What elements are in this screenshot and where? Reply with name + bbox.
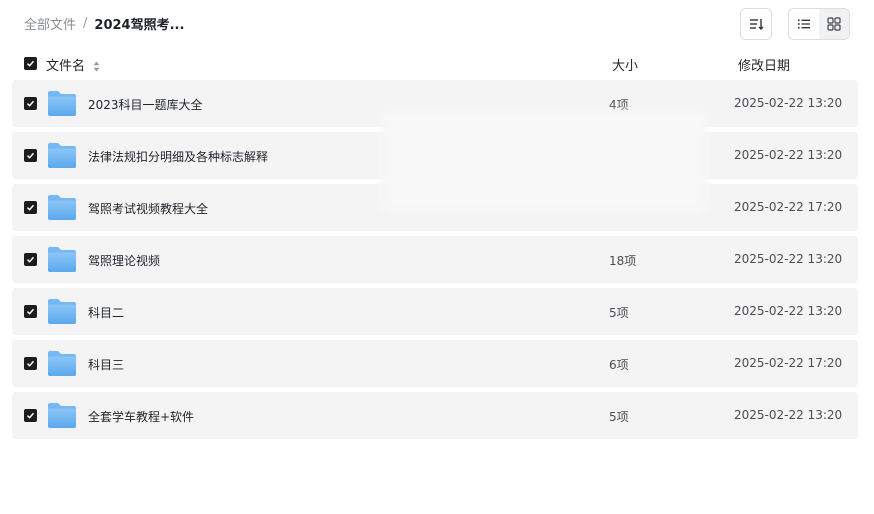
list-view-icon [798,19,810,29]
check-icon [26,60,35,67]
folder-icon [48,247,76,272]
file-size: 5项 [609,410,629,424]
row-checkbox[interactable] [24,149,37,162]
folder-icon [48,91,76,116]
row-checkbox[interactable] [24,357,37,370]
table-header: 文件名 大小 修改日期 [12,52,858,76]
file-name[interactable]: 2023科目一题库大全 [88,96,203,113]
breadcrumb: 全部文件 / 2024驾照考... [24,14,184,33]
breadcrumb-root-link[interactable]: 全部文件 [24,14,76,33]
sort-button[interactable] [740,8,772,40]
file-name[interactable]: 驾照考试视频教程大全 [88,200,208,217]
list-view-button[interactable] [789,9,819,39]
file-modified-date: 2025-02-22 13:20 [734,304,843,318]
check-icon [26,412,35,419]
table-row[interactable]: 科目三 6项 2025-02-22 17:20 [12,340,858,387]
breadcrumb-separator: / [83,16,88,31]
row-checkbox[interactable] [24,409,37,422]
file-name[interactable]: 科目三 [88,356,124,373]
row-checkbox[interactable] [24,201,37,214]
check-icon [26,360,35,367]
row-checkbox[interactable] [24,253,37,266]
table-row[interactable]: 驾照理论视频 18项 2025-02-22 13:20 [12,236,858,283]
top-bar: 全部文件 / 2024驾照考... [0,0,874,48]
blurred-overlay [380,110,708,214]
table-row[interactable]: 科目二 5项 2025-02-22 13:20 [12,288,858,335]
file-modified-date: 2025-02-22 13:20 [734,252,843,266]
select-all-checkbox[interactable] [24,57,37,70]
row-checkbox[interactable] [24,305,37,318]
folder-icon [48,195,76,220]
folder-icon [48,403,76,428]
sort-toggle-icon [93,61,100,72]
check-icon [26,152,35,159]
file-name[interactable]: 驾照理论视频 [88,252,160,269]
file-modified-date: 2025-02-22 13:20 [734,408,843,422]
file-name[interactable]: 科目二 [88,304,124,321]
file-size: 5项 [609,306,629,320]
header-name-label: 文件名 [46,59,86,74]
sort-list-icon [750,19,764,30]
breadcrumb-current: 2024驾照考... [94,18,185,33]
file-size: 6项 [609,358,629,372]
file-name[interactable]: 全套学车教程+软件 [88,408,194,425]
header-name-column[interactable]: 文件名 [46,55,100,74]
folder-icon [48,351,76,376]
file-modified-date: 2025-02-22 13:20 [734,96,843,110]
grid-view-button[interactable] [819,9,849,39]
file-modified-date: 2025-02-22 13:20 [734,148,843,162]
folder-icon [48,143,76,168]
header-modified-column[interactable]: 修改日期 [738,55,790,74]
file-modified-date: 2025-02-22 17:20 [734,200,843,214]
file-size: 18项 [609,254,637,268]
table-row[interactable]: 全套学车教程+软件 5项 2025-02-22 13:20 [12,392,858,439]
header-size-column[interactable]: 大小 [612,55,638,74]
grid-view-icon [827,17,841,31]
file-name[interactable]: 法律法规扣分明细及各种标志解释 [88,148,268,165]
check-icon [26,100,35,107]
check-icon [26,308,35,315]
file-modified-date: 2025-02-22 17:20 [734,356,843,370]
view-toggle [788,8,850,40]
check-icon [26,256,35,263]
row-checkbox[interactable] [24,97,37,110]
folder-icon [48,299,76,324]
check-icon [26,204,35,211]
